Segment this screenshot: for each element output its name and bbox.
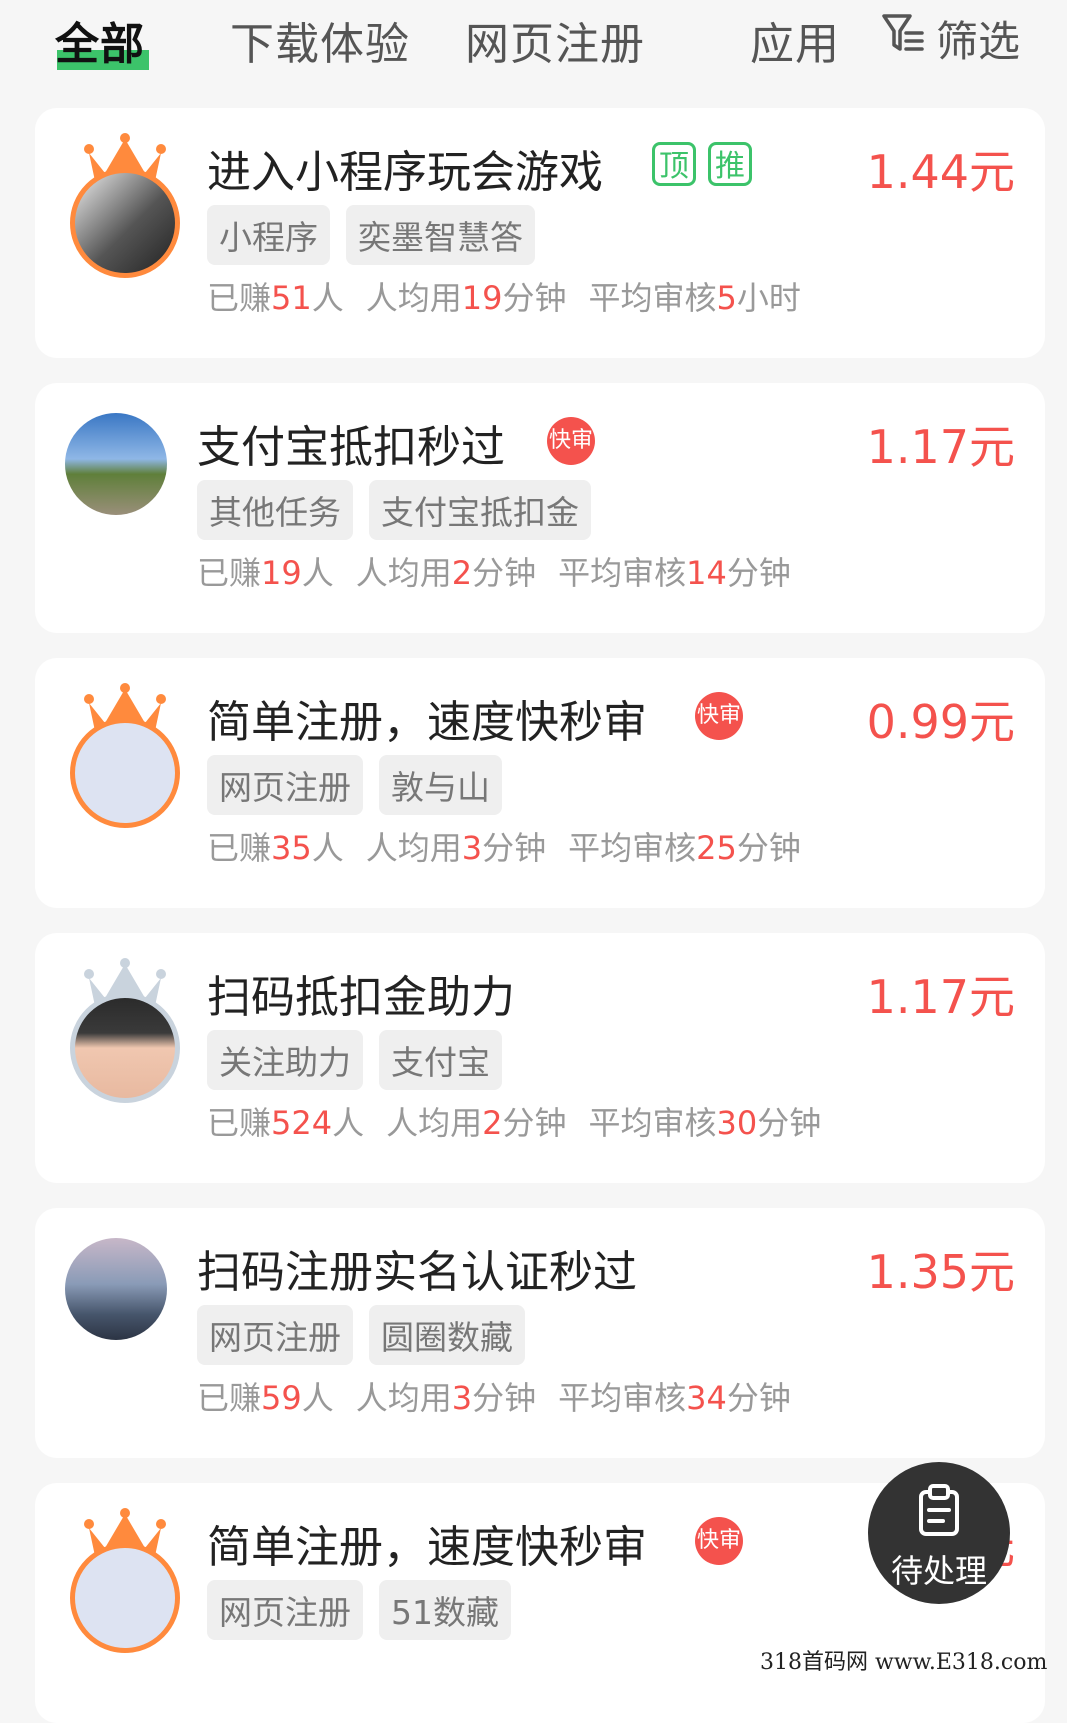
- tab-all[interactable]: 全部: [55, 8, 145, 72]
- tag: 圆圈数藏: [369, 1305, 525, 1365]
- filter-icon: [880, 11, 926, 67]
- tab-download[interactable]: 下载体验: [230, 8, 410, 72]
- avatar[interactable]: [70, 1543, 180, 1653]
- tag: 奕墨智慧答: [346, 205, 535, 265]
- task-card[interactable]: 支付宝抵扣秒过 快审 1.17元 其他任务 支付宝抵扣金 已赚19人 人均用2分钟…: [35, 383, 1045, 633]
- tag-list: 小程序 奕墨智慧答: [207, 205, 535, 265]
- task-stats: 已赚51人 人均用19分钟 平均审核5小时: [207, 279, 801, 317]
- task-card[interactable]: 扫码注册实名认证秒过 1.35元 网页注册 圆圈数藏 已赚59人 人均用3分钟 平均…: [35, 1208, 1045, 1458]
- task-title: 进入小程序玩会游戏: [207, 147, 603, 198]
- tab-web-register[interactable]: 网页注册: [465, 8, 645, 72]
- avatar[interactable]: [70, 993, 180, 1103]
- tag: 敦与山: [379, 755, 502, 815]
- task-stats: 已赚35人 人均用3分钟 平均审核25分钟: [207, 829, 801, 867]
- watermark: 318首码网 www.E318.com: [760, 1650, 1048, 1675]
- tag: 关注助力: [207, 1030, 363, 1090]
- task-price: 0.99元: [866, 695, 1015, 749]
- tag: 网页注册: [197, 1305, 353, 1365]
- tag-list: 网页注册 圆圈数藏: [197, 1305, 525, 1365]
- tag: 51数藏: [379, 1580, 511, 1640]
- fast-review-badge: 快审: [695, 692, 743, 740]
- avatar[interactable]: [70, 718, 180, 828]
- task-price: 1.17元: [866, 970, 1015, 1024]
- task-stats: 已赚59人 人均用3分钟 平均审核34分钟: [197, 1379, 791, 1417]
- task-title: 支付宝抵扣秒过: [197, 422, 505, 473]
- task-stats: 已赚524人 人均用2分钟 平均审核30分钟: [207, 1104, 822, 1142]
- task-stats: 已赚19人 人均用2分钟 平均审核14分钟: [197, 554, 791, 592]
- avatar-with-crown: [65, 958, 185, 1118]
- fast-review-badge: 快审: [547, 417, 595, 465]
- clipboard-icon: [919, 1484, 959, 1536]
- top-badge: 顶: [652, 142, 696, 186]
- tag-list: 关注助力 支付宝: [207, 1030, 502, 1090]
- recommend-badge: 推: [708, 142, 752, 186]
- tag: 其他任务: [197, 480, 353, 540]
- task-title: 扫码注册实名认证秒过: [197, 1247, 637, 1298]
- task-card[interactable]: 简单注册，速度快秒审 快审 0.99元 网页注册 敦与山 已赚35人 人均用3分钟…: [35, 658, 1045, 908]
- task-card[interactable]: 扫码抵扣金助力 1.17元 关注助力 支付宝 已赚524人 人均用2分钟 平均审核3…: [35, 933, 1045, 1183]
- task-title: 简单注册，速度快秒审: [207, 1522, 647, 1573]
- tag: 网页注册: [207, 755, 363, 815]
- tag-list: 网页注册 敦与山: [207, 755, 502, 815]
- fab-label: 待处理: [890, 1552, 987, 1590]
- tag: 网页注册: [207, 1580, 363, 1640]
- avatar[interactable]: [65, 413, 167, 515]
- filter-button[interactable]: 筛选: [880, 8, 1020, 69]
- avatar[interactable]: [65, 1238, 167, 1340]
- avatar-with-crown: [65, 683, 185, 843]
- task-title: 扫码抵扣金助力: [207, 972, 515, 1023]
- avatar[interactable]: [70, 168, 180, 278]
- tag: 支付宝: [379, 1030, 502, 1090]
- tab-app-clip: 应用: [750, 0, 834, 80]
- top-tab-bar: 全部 下载体验 网页注册 应用 筛选: [0, 0, 1067, 100]
- tag-list: 其他任务 支付宝抵扣金: [197, 480, 591, 540]
- filter-label: 筛选: [936, 17, 1021, 66]
- task-price: 1.35元: [866, 1245, 1015, 1299]
- task-price: 1.44元: [866, 145, 1015, 199]
- task-price: 1.17元: [866, 420, 1015, 474]
- pending-fab-button[interactable]: 待处理: [868, 1462, 1010, 1604]
- task-card[interactable]: 进入小程序玩会游戏 顶 推 1.44元 小程序 奕墨智慧答 已赚51人 人均用19…: [35, 108, 1045, 358]
- avatar-with-crown: [65, 1508, 185, 1668]
- task-title: 简单注册，速度快秒审: [207, 697, 647, 748]
- tab-app[interactable]: 应用: [750, 8, 834, 72]
- tag-list: 网页注册 51数藏: [207, 1580, 511, 1640]
- avatar-with-crown: [65, 133, 185, 293]
- tag: 支付宝抵扣金: [369, 480, 591, 540]
- fast-review-badge: 快审: [695, 1517, 743, 1565]
- tag: 小程序: [207, 205, 330, 265]
